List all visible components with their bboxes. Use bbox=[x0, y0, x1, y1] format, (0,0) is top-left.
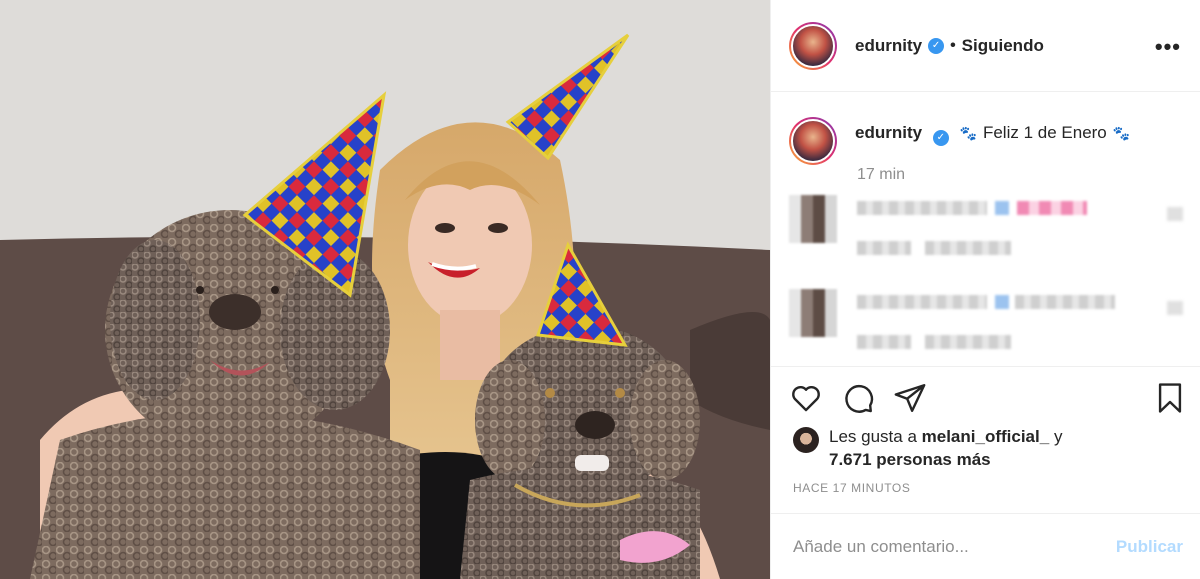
post-side-panel: edurnity ✓ • Siguiendo ••• edurnity ✓ 🐾 F… bbox=[770, 0, 1200, 579]
blurred-meta bbox=[857, 335, 911, 349]
share-icon[interactable] bbox=[893, 381, 927, 415]
blurred-badge-icon bbox=[995, 201, 1009, 215]
blurred-text bbox=[857, 295, 987, 309]
add-comment-bar: Publicar bbox=[771, 513, 1200, 579]
likes-count[interactable]: 7.671 personas más bbox=[829, 450, 991, 469]
caption-author-avatar[interactable] bbox=[789, 117, 837, 165]
caption-text: edurnity ✓ 🐾 Feliz 1 de Enero 🐾 bbox=[855, 123, 1136, 165]
comment-icon[interactable] bbox=[841, 381, 875, 415]
blurred-meta bbox=[925, 241, 1011, 255]
verified-badge-icon: ✓ bbox=[928, 37, 945, 54]
paw-icon: 🐾 bbox=[1112, 125, 1131, 141]
blurred-avatar bbox=[789, 289, 837, 337]
author-avatar[interactable] bbox=[789, 21, 837, 70]
heart-icon[interactable] bbox=[1167, 207, 1183, 221]
header-separator: • bbox=[950, 36, 956, 54]
post-header: edurnity ✓ • Siguiendo ••• bbox=[771, 0, 1200, 92]
bookmark-icon[interactable] bbox=[1153, 381, 1187, 415]
heart-icon[interactable] bbox=[789, 381, 823, 415]
comment-input[interactable] bbox=[793, 536, 1093, 557]
publish-button[interactable]: Publicar bbox=[1116, 537, 1183, 557]
blurred-comment bbox=[789, 195, 1189, 255]
follow-status-button[interactable]: Siguiendo bbox=[962, 36, 1044, 56]
caption-time: 17 min bbox=[857, 166, 906, 183]
likes-summary: Les gusta a melani_official_ y 7.671 per… bbox=[793, 425, 1062, 471]
paw-icon: 🐾 bbox=[959, 125, 977, 141]
author-username[interactable]: edurnity bbox=[855, 36, 922, 56]
likes-connector: y bbox=[1053, 427, 1063, 446]
caption-username[interactable]: edurnity bbox=[855, 123, 922, 142]
liker-username[interactable]: melani_official_ bbox=[922, 427, 1050, 446]
blurred-badge-icon bbox=[995, 295, 1009, 309]
blurred-emoji bbox=[1017, 201, 1087, 215]
blurred-meta bbox=[925, 335, 1011, 349]
likes-prefix: Les gusta a bbox=[829, 427, 917, 446]
heart-icon[interactable] bbox=[1167, 301, 1183, 315]
liker-avatar[interactable] bbox=[793, 427, 819, 453]
blurred-text bbox=[857, 201, 987, 215]
likes-text: Les gusta a melani_official_ y 7.671 per… bbox=[829, 425, 1062, 471]
post-photo[interactable] bbox=[0, 0, 770, 579]
blurred-comment bbox=[789, 289, 1189, 349]
caption-verified-badge-icon: ✓ bbox=[932, 130, 949, 146]
post-timestamp[interactable]: HACE 17 MINUTOS bbox=[793, 481, 910, 495]
comments-list[interactable]: edurnity ✓ 🐾 Feliz 1 de Enero 🐾 17 min bbox=[771, 93, 1200, 365]
blurred-text bbox=[1015, 295, 1115, 309]
blurred-avatar bbox=[789, 195, 837, 243]
post-image bbox=[0, 0, 770, 579]
caption-message: Feliz 1 de Enero bbox=[982, 123, 1107, 142]
blurred-meta bbox=[857, 241, 911, 255]
more-options-icon[interactable]: ••• bbox=[1155, 34, 1181, 60]
post-caption: edurnity ✓ 🐾 Feliz 1 de Enero 🐾 bbox=[789, 117, 1136, 165]
post-actions: Les gusta a melani_official_ y 7.671 per… bbox=[771, 366, 1200, 513]
